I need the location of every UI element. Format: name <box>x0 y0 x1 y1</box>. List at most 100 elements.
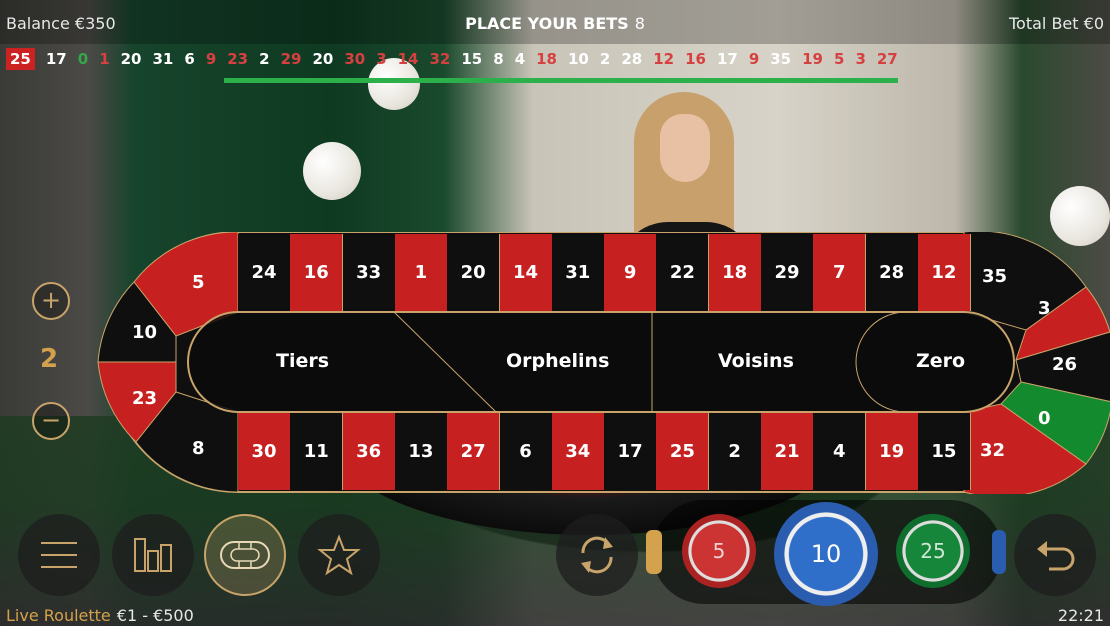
chip-edge <box>992 530 1006 574</box>
racetrack-number[interactable]: 21 <box>761 413 814 490</box>
racetrack-number[interactable]: 2 <box>708 413 762 490</box>
racetrack-number[interactable]: 24 <box>238 234 291 311</box>
history-number: 15 <box>461 50 483 68</box>
racetrack-number[interactable]: 20 <box>447 234 501 311</box>
racetrack-toggle-button[interactable] <box>204 514 286 596</box>
chip-10-selected[interactable]: 10 <box>774 502 878 606</box>
racetrack-number[interactable]: 1 <box>394 234 448 311</box>
racetrack-number[interactable]: 5 <box>192 272 205 293</box>
hamburger-icon <box>41 542 77 568</box>
chip-value: 5 <box>712 539 726 563</box>
plus-icon: + <box>40 286 62 314</box>
racetrack-number[interactable]: 33 <box>342 234 396 311</box>
history-number: 20 <box>312 50 334 68</box>
racetrack-number[interactable]: 36 <box>342 413 396 490</box>
history-number: 9 <box>748 50 760 68</box>
chip-value: 10 <box>810 540 842 568</box>
racetrack-number[interactable]: 9 <box>604 234 658 311</box>
zoom-out-button[interactable]: − <box>32 402 70 440</box>
zoom-in-button[interactable]: + <box>32 282 70 320</box>
racetrack-number[interactable]: 30 <box>238 413 291 490</box>
bet-limits: €1 - €500 <box>116 606 194 625</box>
racetrack-number[interactable]: 14 <box>499 234 553 311</box>
racetrack-number[interactable]: 11 <box>290 413 344 490</box>
history-number: 0 <box>77 50 89 68</box>
top-bar: Balance €350 PLACE YOUR BETS 8 Total Bet … <box>0 0 1110 44</box>
game-name: Live Roulette <box>6 606 111 625</box>
history-number: 30 <box>344 50 366 68</box>
racetrack-number[interactable]: 10 <box>132 322 157 343</box>
history-number: 29 <box>280 50 302 68</box>
chip-25[interactable]: 25 <box>896 514 970 588</box>
favorites-button[interactable] <box>298 514 380 596</box>
star-icon <box>317 534 361 576</box>
history-number: 3 <box>855 50 866 68</box>
history-number: 28 <box>621 50 643 68</box>
history-number: 25 <box>6 48 35 70</box>
minus-icon: − <box>40 406 62 434</box>
bet-status: PLACE YOUR BETS 8 <box>0 14 1110 33</box>
racetrack-number[interactable]: 32 <box>980 440 1005 461</box>
bet-timer-bar <box>224 78 898 83</box>
racetrack-number[interactable]: 7 <box>813 234 867 311</box>
undo-icon <box>1037 541 1075 571</box>
history-number: 8 <box>493 50 504 68</box>
racetrack-icon <box>220 541 270 569</box>
section-tiers[interactable]: Tiers <box>276 350 329 372</box>
history-number: 2 <box>259 50 270 68</box>
racetrack-number[interactable]: 26 <box>1052 354 1077 375</box>
racetrack-number[interactable]: 22 <box>656 234 710 311</box>
racetrack-number[interactable]: 4 <box>813 413 867 490</box>
zoom-value: 2 <box>40 344 59 374</box>
racetrack-number[interactable]: 27 <box>447 413 501 490</box>
racetrack-number[interactable]: 29 <box>761 234 814 311</box>
statistics-button[interactable] <box>112 514 194 596</box>
section-voisins[interactable]: Voisins <box>718 350 794 372</box>
history-number: 23 <box>227 50 249 68</box>
repeat-icon <box>581 536 613 574</box>
racetrack-number[interactable]: 0 <box>1038 408 1051 429</box>
racetrack-number[interactable]: 12 <box>917 234 971 311</box>
game-info: Live Roulette €1 - €500 <box>6 606 194 625</box>
history-number: 27 <box>876 50 898 68</box>
history-number: 14 <box>397 50 419 68</box>
racetrack-number[interactable]: 6 <box>499 413 553 490</box>
history-number: 17 <box>45 50 67 68</box>
racetrack-number[interactable]: 18 <box>708 234 762 311</box>
racetrack-number[interactable]: 23 <box>132 388 157 409</box>
racetrack-number[interactable]: 34 <box>551 413 605 490</box>
total-bet-label: Total Bet €0 <box>1009 14 1104 33</box>
history-number: 31 <box>152 50 174 68</box>
racetrack-number[interactable]: 28 <box>865 234 919 311</box>
chip-value: 25 <box>920 539 946 563</box>
racetrack-number[interactable]: 13 <box>394 413 448 490</box>
racetrack-number[interactable]: 15 <box>917 413 971 490</box>
racetrack-number[interactable]: 35 <box>982 266 1007 287</box>
repeat-bet-button[interactable] <box>556 514 638 596</box>
history-number: 5 <box>834 50 845 68</box>
history-number: 17 <box>716 50 738 68</box>
racetrack-number[interactable]: 17 <box>604 413 658 490</box>
undo-button[interactable] <box>1014 514 1096 596</box>
racetrack-number[interactable]: 3 <box>1038 298 1051 319</box>
chip-5[interactable]: 5 <box>682 514 756 588</box>
history-number: 1 <box>99 50 110 68</box>
history-number: 19 <box>802 50 823 68</box>
racetrack-number[interactable]: 19 <box>865 413 919 490</box>
section-zero[interactable]: Zero <box>916 350 965 372</box>
racetrack-number[interactable]: 31 <box>551 234 605 311</box>
history-number: 9 <box>205 50 217 68</box>
section-orphelins[interactable]: Orphelins <box>506 350 609 372</box>
racetrack-number[interactable]: 25 <box>656 413 710 490</box>
history-number: 4 <box>514 50 526 68</box>
racetrack-number[interactable]: 8 <box>192 438 205 459</box>
history-number: 2 <box>599 50 611 68</box>
history-number: 3 <box>376 50 387 68</box>
menu-button[interactable] <box>18 514 100 596</box>
history-number: 35 <box>770 50 792 68</box>
countdown: 8 <box>634 14 645 33</box>
clock: 22:21 <box>1057 606 1104 625</box>
history-number: 32 <box>429 50 451 68</box>
racetrack-number[interactable]: 16 <box>290 234 344 311</box>
history-number: 6 <box>184 50 195 68</box>
